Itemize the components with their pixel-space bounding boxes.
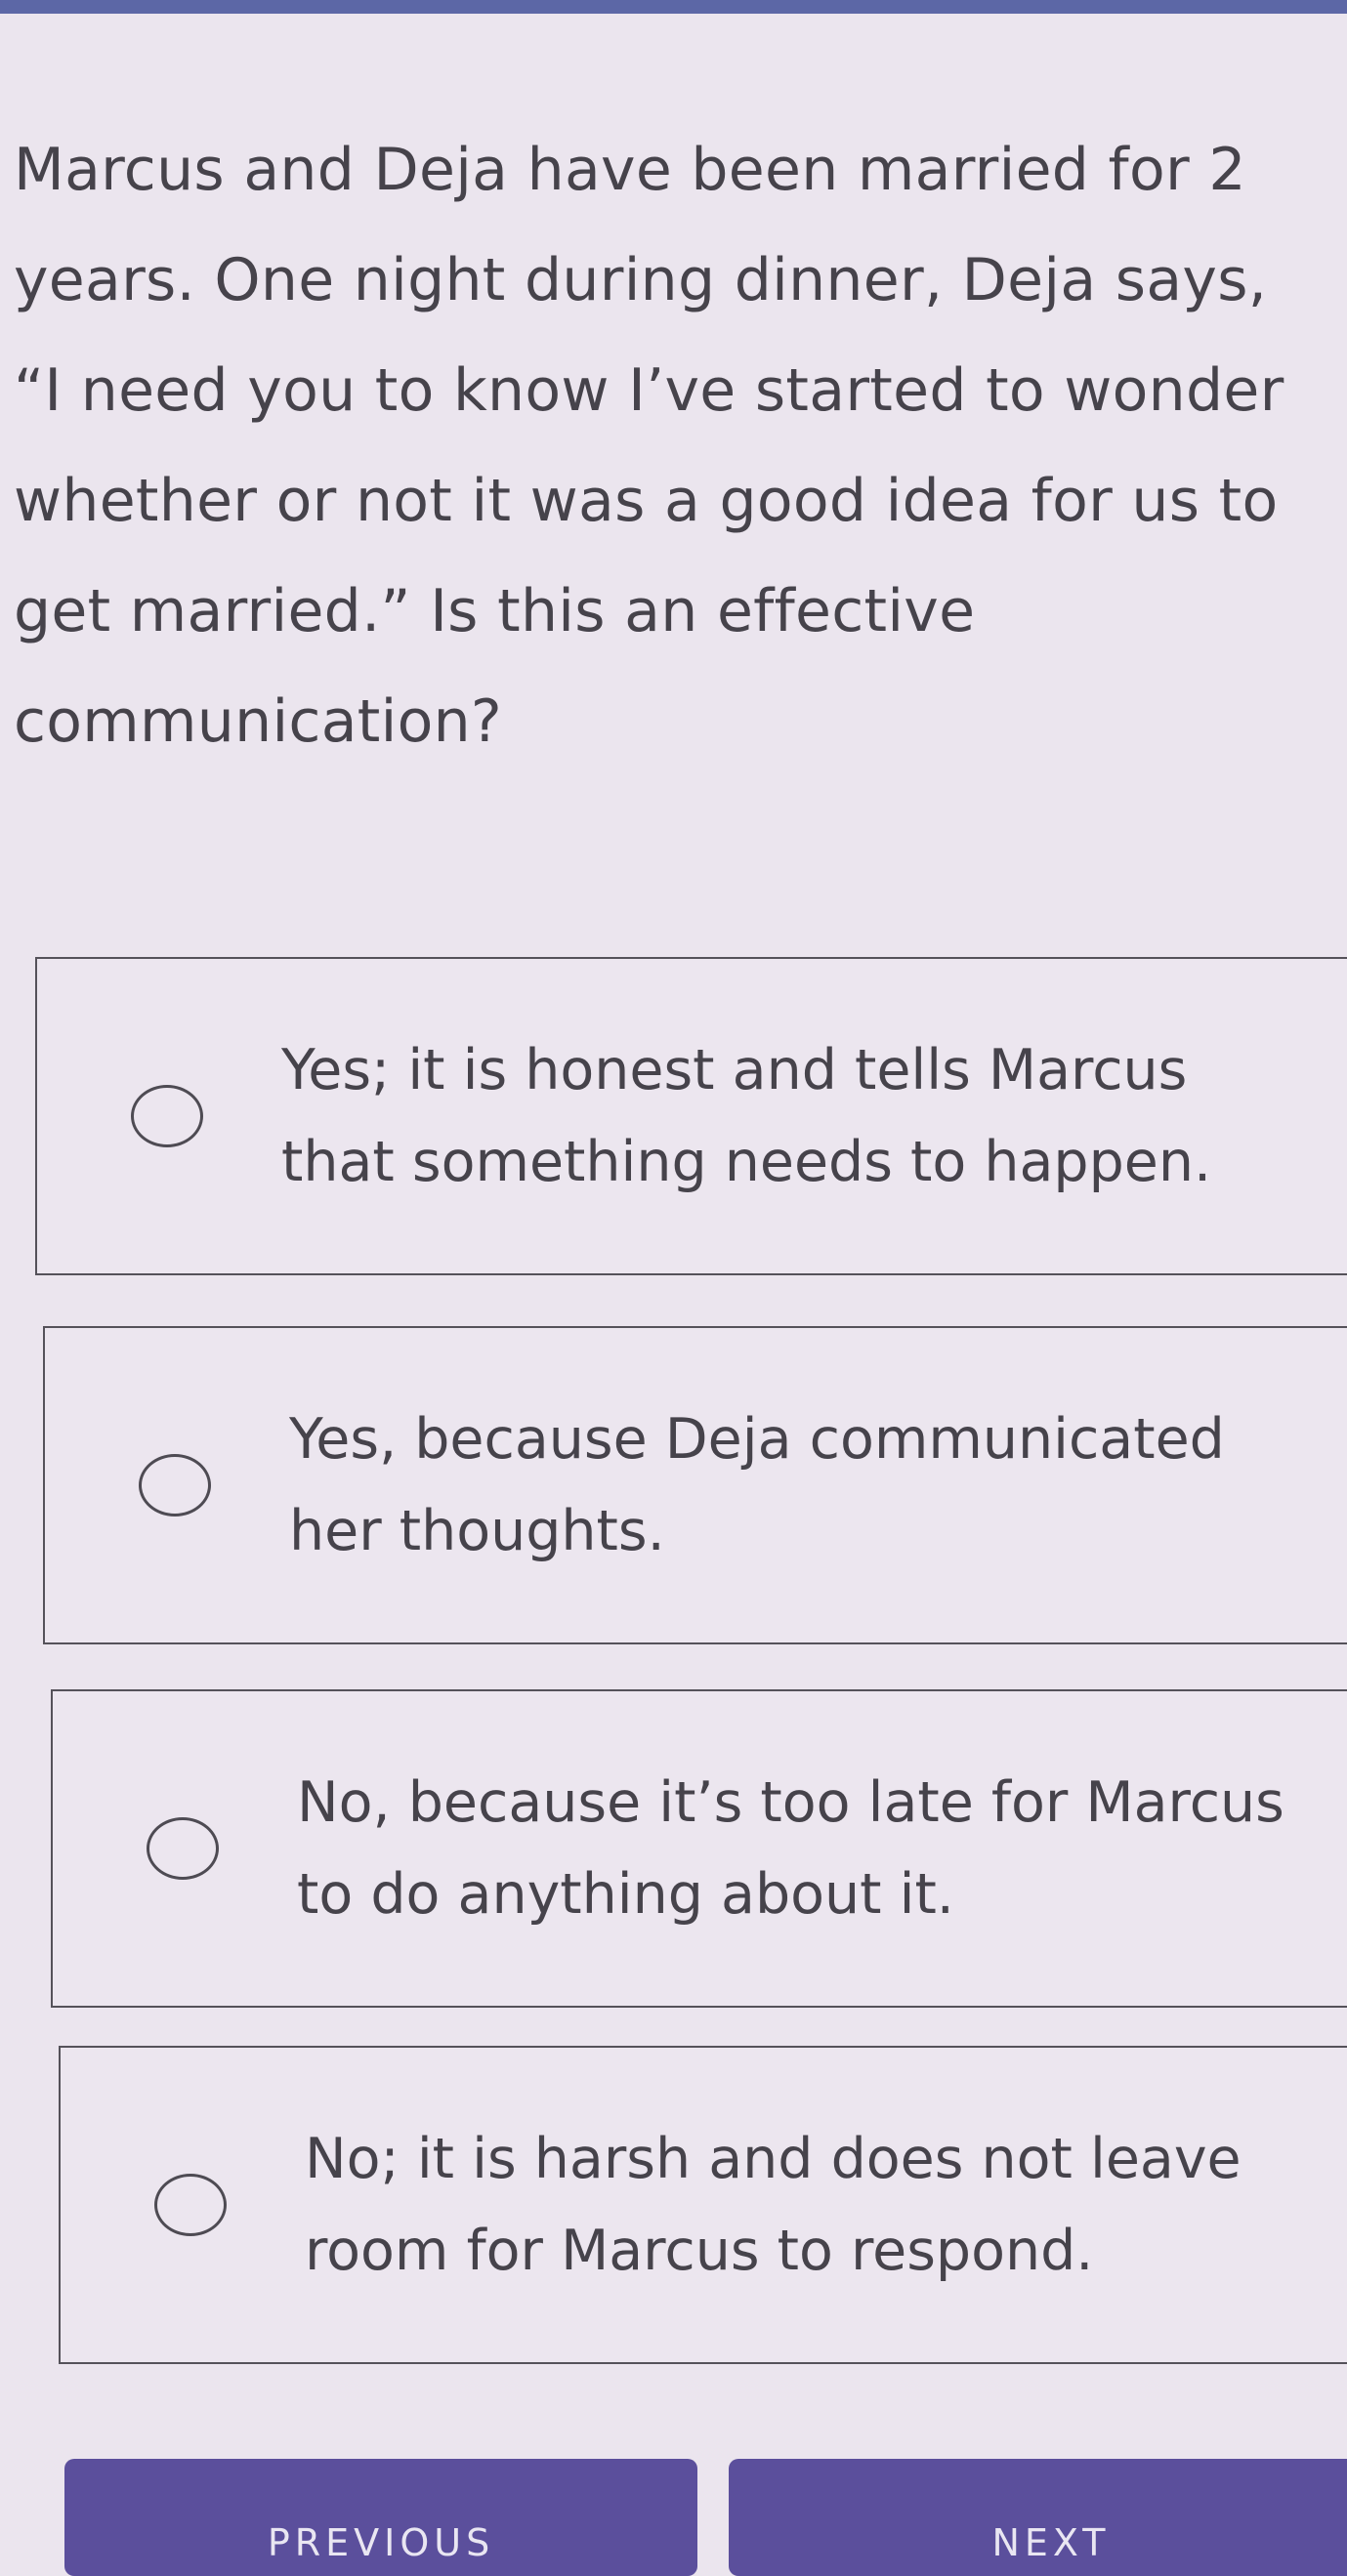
radio-button-icon[interactable]	[139, 1454, 211, 1517]
answer-option-label: No; it is harsh and does not leave room …	[305, 2127, 1242, 2283]
answer-options: Yes; it is honest and tells Marcus that …	[0, 0, 1347, 2539]
answer-option-1[interactable]: Yes; it is honest and tells Marcus that …	[35, 957, 1347, 1275]
answer-option-label: No, because it’s too late for Marcus to …	[297, 1770, 1284, 1927]
answer-option-label: Yes; it is honest and tells Marcus that …	[281, 1038, 1212, 1194]
radio-button-icon[interactable]	[131, 1085, 203, 1147]
answer-option-label: Yes, because Deja communicated her thoug…	[289, 1407, 1225, 1563]
radio-button-icon[interactable]	[147, 1817, 219, 1880]
previous-button[interactable]: PREVIOUS	[64, 2459, 697, 2576]
answer-option-2[interactable]: Yes, because Deja communicated her thoug…	[43, 1326, 1347, 1644]
radio-button-icon[interactable]	[154, 2174, 227, 2236]
answer-option-4[interactable]: No; it is harsh and does not leave room …	[59, 2046, 1347, 2364]
answer-option-3[interactable]: No, because it’s too late for Marcus to …	[51, 1689, 1347, 2008]
next-button[interactable]: NEXT	[729, 2459, 1347, 2576]
